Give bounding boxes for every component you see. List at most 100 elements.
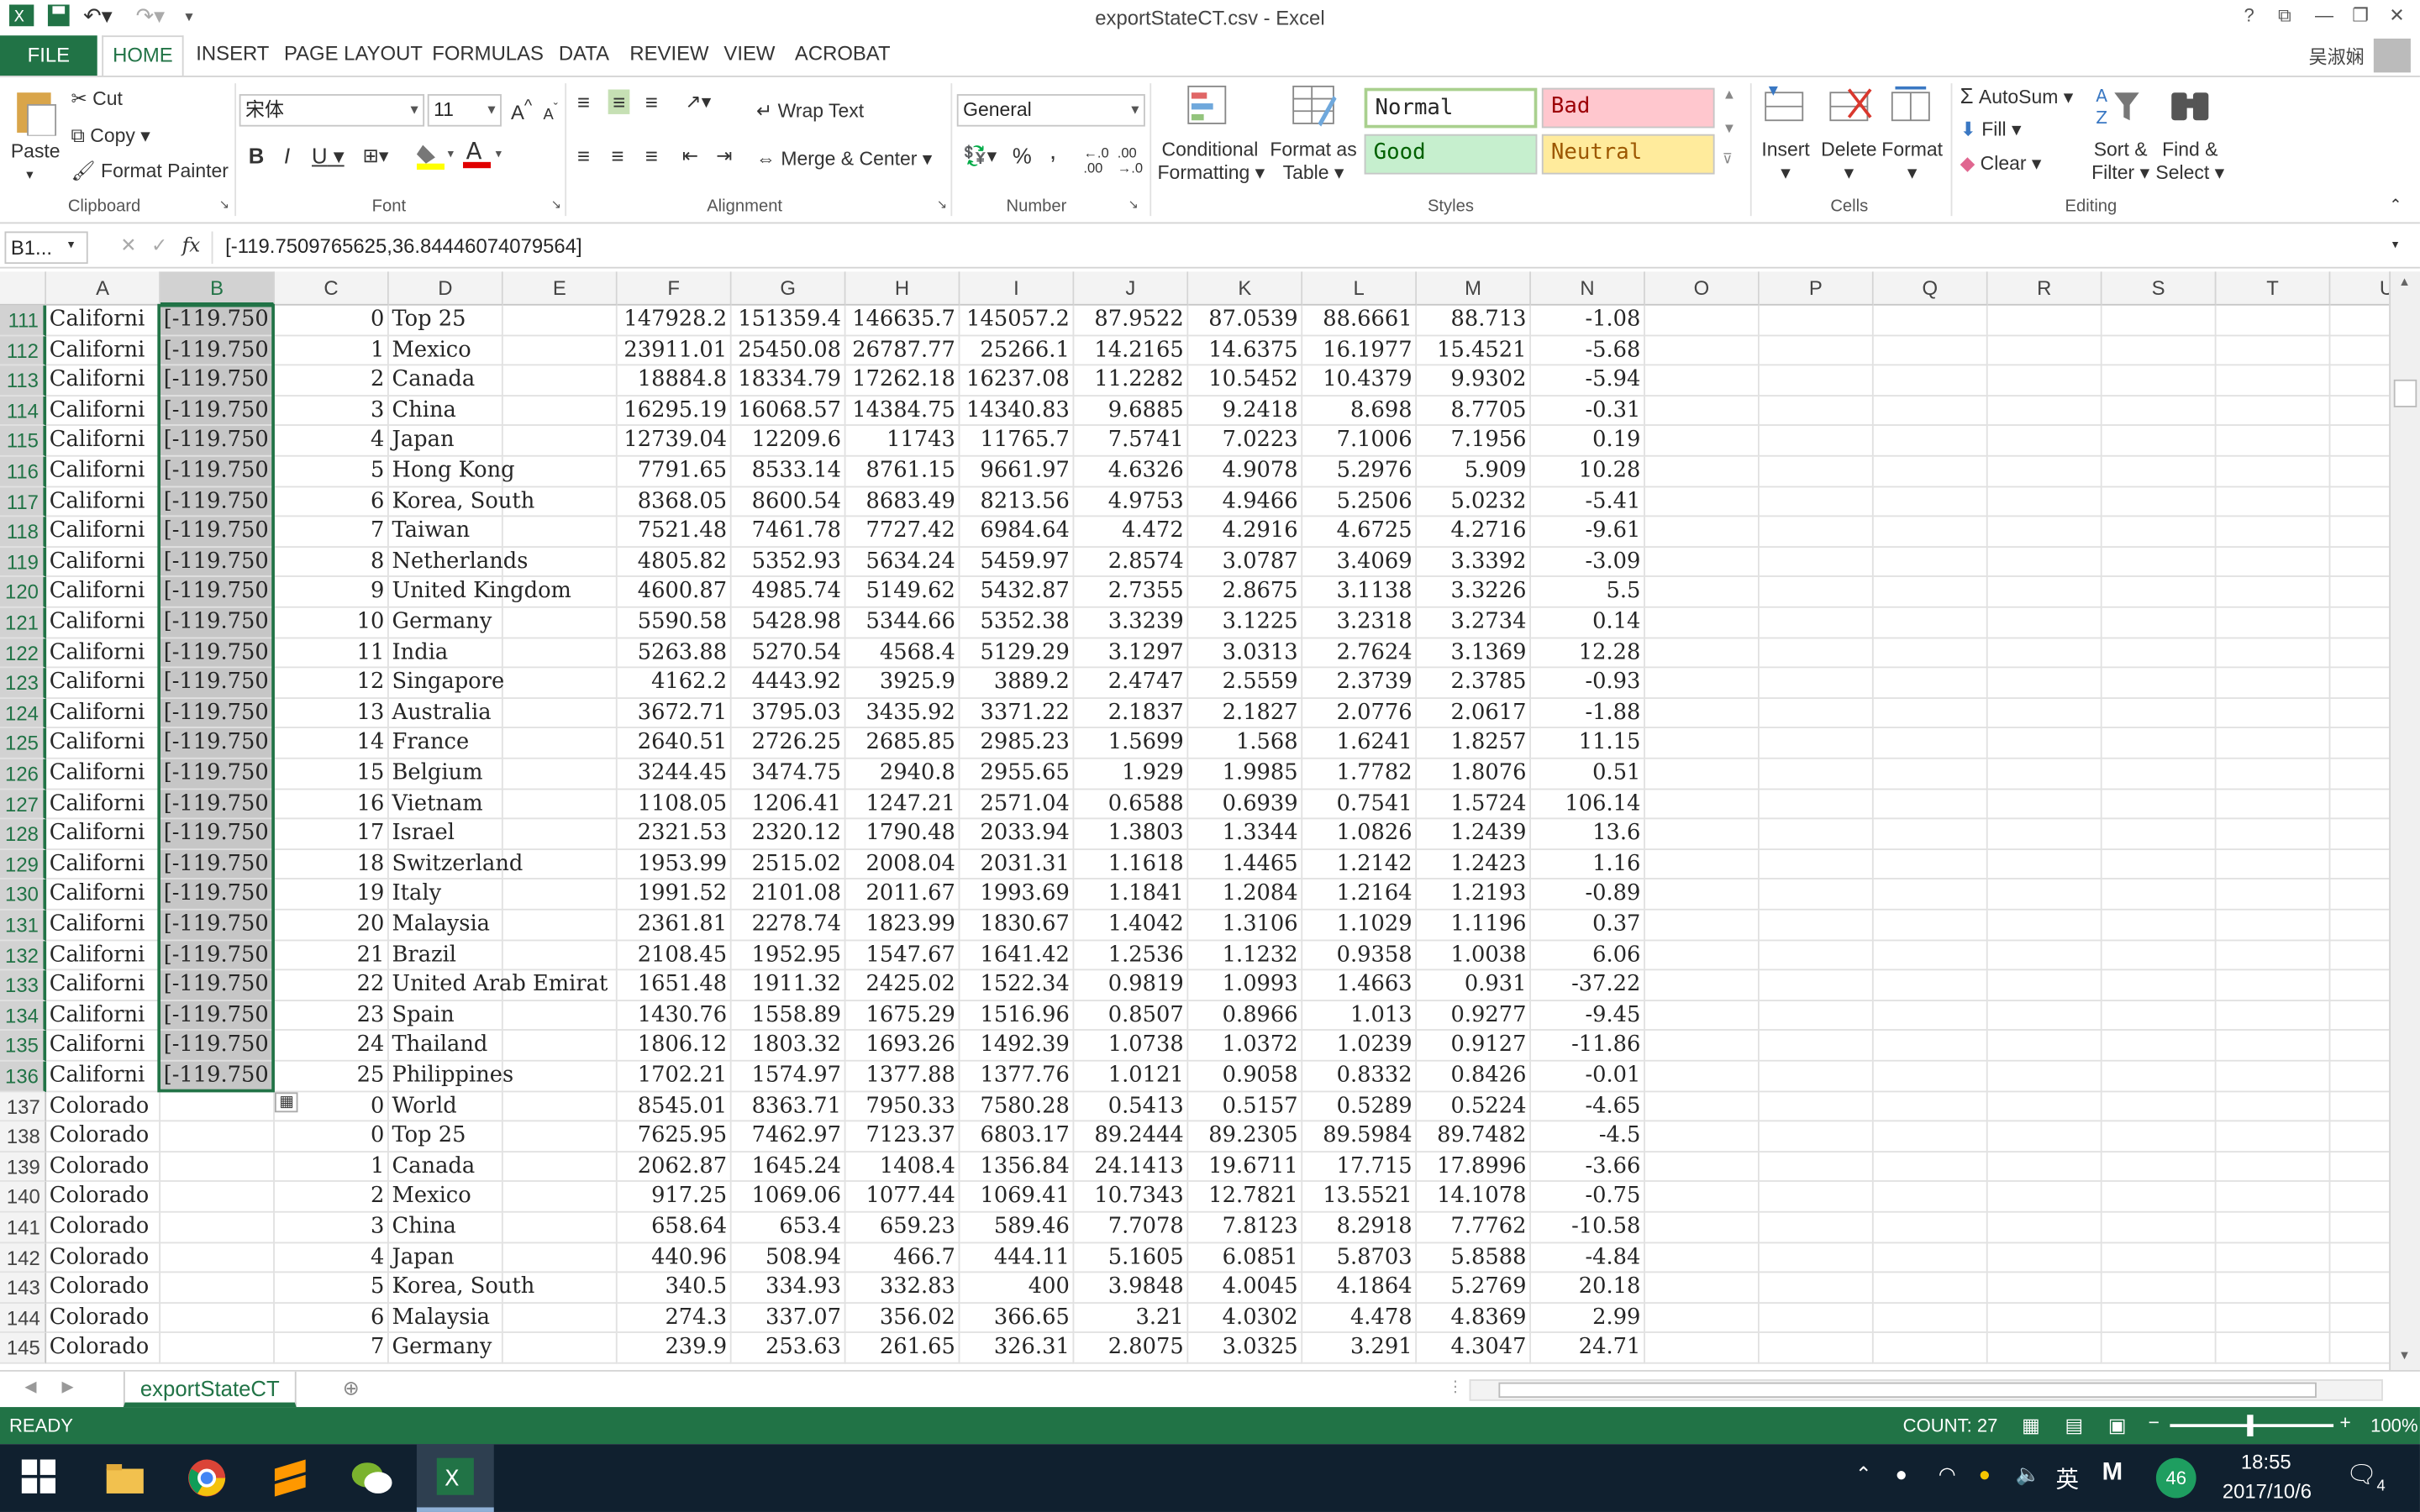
cell-i-122[interactable]: 5129.29 [960,638,1075,669]
cell-t-138[interactable] [2216,1121,2331,1152]
cell-g-120[interactable]: 4985.74 [731,577,846,608]
cell-r-142[interactable] [1987,1242,2102,1273]
cell-p-112[interactable] [1759,335,1874,366]
cell-t-117[interactable] [2216,486,2331,517]
row-header[interactable]: 113 [0,365,47,396]
cell-d-145[interactable]: Germany [388,1333,503,1364]
cell-g-130[interactable]: 2101.08 [731,879,846,911]
cell-s-135[interactable] [2102,1031,2217,1062]
cell-n-144[interactable]: 2.99 [1531,1303,1645,1334]
cell-s-141[interactable] [2102,1212,2217,1243]
cell-i-145[interactable]: 326.31 [960,1333,1075,1364]
cell-f-134[interactable]: 1430.76 [617,1000,732,1032]
cell-h-136[interactable]: 1377.88 [845,1061,960,1092]
cell-c-135[interactable]: 24 [274,1031,389,1062]
cell-d-111[interactable]: Top 25 [388,305,503,336]
cell-c-122[interactable]: 11 [274,638,389,669]
cell-d-135[interactable]: Thailand [388,1031,503,1062]
cell-i-125[interactable]: 2985.23 [960,728,1075,759]
cell-n-130[interactable]: -0.89 [1531,879,1645,911]
cell-r-137[interactable] [1987,1091,2102,1122]
cell-m-130[interactable]: 1.2193 [1417,879,1532,911]
cell-d-134[interactable]: Spain [388,1000,503,1032]
cell-n-122[interactable]: 12.28 [1531,638,1645,669]
cell-m-113[interactable]: 9.9302 [1417,365,1532,396]
cell-n-118[interactable]: -9.61 [1531,517,1645,548]
clock-time[interactable]: 18:55 [2241,1450,2291,1473]
cell-r-130[interactable] [1987,879,2102,911]
cell-o-136[interactable] [1644,1061,1760,1092]
row-header[interactable]: 144 [0,1303,47,1334]
cell-m-126[interactable]: 1.8076 [1417,759,1532,790]
sheet-tab-exportstatect[interactable]: exportStateCT [123,1371,297,1408]
cell-t-145[interactable] [2216,1333,2331,1364]
cell-n-114[interactable]: -0.31 [1531,396,1645,427]
row-header[interactable]: 121 [0,607,47,638]
cell-n-125[interactable]: 11.15 [1531,728,1645,759]
cell-i-139[interactable]: 1356.84 [960,1152,1075,1183]
cell-o-125[interactable] [1644,728,1760,759]
cell-m-124[interactable]: 2.0617 [1417,698,1532,729]
column-header-h[interactable]: H [845,271,960,306]
bold-button[interactable]: B [249,144,265,168]
row-header[interactable]: 136 [0,1061,47,1092]
cell-o-138[interactable] [1644,1121,1760,1152]
cell-s-132[interactable] [2102,940,2217,971]
cell-q-128[interactable] [1873,819,1988,850]
cell-d-137[interactable]: World [388,1091,503,1122]
cell-k-116[interactable]: 4.9078 [1188,456,1303,487]
cell-r-131[interactable] [1987,910,2102,941]
row-header[interactable]: 112 [0,335,47,366]
cell-d-140[interactable]: Mexico [388,1182,503,1213]
cell-q-144[interactable] [1873,1303,1988,1334]
format-as-table-button[interactable]: Format as Table ▾ [1269,139,1359,183]
cell-k-120[interactable]: 2.8675 [1188,577,1303,608]
paste-dropdown-icon[interactable]: ▾ [26,166,33,183]
cell-e-128[interactable] [502,819,618,850]
ime-mode-icon[interactable]: M [2102,1460,2123,1488]
name-box[interactable]: B1... [4,231,88,265]
cell-g-121[interactable]: 5428.98 [731,607,846,638]
cell-m-114[interactable]: 8.7705 [1417,396,1532,427]
zoom-out-icon[interactable]: − [2149,1412,2160,1434]
cell-s-116[interactable] [2102,456,2217,487]
cell-b-129[interactable]: [-119.750 [160,849,275,880]
cell-a-137[interactable]: Colorado [46,1091,161,1122]
cell-r-123[interactable] [1987,668,2102,699]
cell-s-144[interactable] [2102,1303,2217,1334]
cell-a-143[interactable]: Colorado [46,1273,161,1304]
cell-e-112[interactable] [502,335,618,366]
cell-m-118[interactable]: 4.2716 [1417,517,1532,548]
cell-u-140[interactable] [2330,1183,2390,1213]
cell-f-129[interactable]: 1953.99 [617,849,732,880]
cell-o-132[interactable] [1644,940,1760,971]
tab-review[interactable]: REVIEW [629,42,708,66]
horizontal-scroll-thumb[interactable] [1498,1382,2317,1399]
cell-j-141[interactable]: 7.7078 [1074,1212,1189,1243]
cell-a-135[interactable]: Californi [46,1031,161,1062]
align-bottom-icon[interactable]: ≡ [645,90,658,114]
select-all-corner[interactable] [0,271,47,306]
cell-k-136[interactable]: 0.9058 [1188,1061,1303,1092]
cell-j-136[interactable]: 1.0121 [1074,1061,1189,1092]
cell-f-112[interactable]: 23911.01 [617,335,732,366]
cell-q-134[interactable] [1873,1000,1988,1032]
cell-d-119[interactable]: Netherlands [388,547,528,578]
cell-b-114[interactable]: [-119.750 [160,396,275,427]
cell-c-113[interactable]: 2 [274,365,389,396]
cell-q-118[interactable] [1873,517,1988,548]
cell-f-127[interactable]: 1108.05 [617,789,732,820]
cell-j-117[interactable]: 4.9753 [1074,486,1189,517]
cell-g-117[interactable]: 8600.54 [731,486,846,517]
row-header[interactable]: 115 [0,426,47,457]
cell-b-126[interactable]: [-119.750 [160,759,275,790]
cell-p-121[interactable] [1759,607,1874,638]
cell-b-116[interactable]: [-119.750 [160,456,275,487]
cell-b-144[interactable] [160,1303,275,1334]
row-header[interactable]: 111 [0,305,47,336]
cell-e-132[interactable] [502,940,618,971]
cell-d-114[interactable]: China [388,396,503,427]
expand-formula-bar-icon[interactable]: ▾ [2392,238,2398,252]
cell-a-128[interactable]: Californi [46,819,161,850]
cell-d-126[interactable]: Belgium [388,759,503,790]
